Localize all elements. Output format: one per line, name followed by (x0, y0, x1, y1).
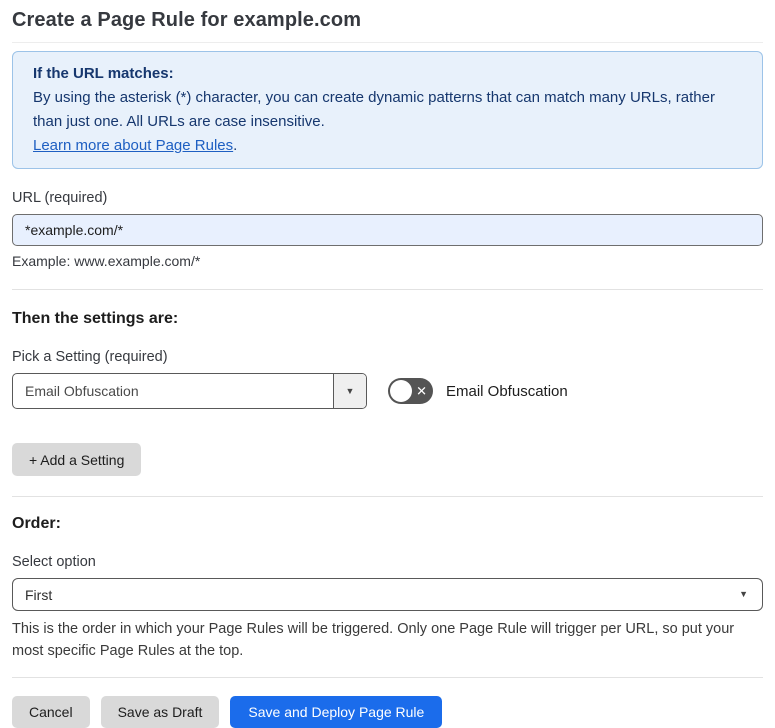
url-match-info-box: If the URL matches: By using the asteris… (12, 51, 763, 169)
section-divider (12, 289, 763, 290)
chevron-down-icon: ▼ (345, 385, 355, 396)
section-divider (12, 496, 763, 497)
title-divider (12, 42, 763, 43)
setting-select-value: Email Obfuscation (25, 383, 139, 399)
footer-actions: Cancel Save as Draft Save and Deploy Pag… (12, 696, 763, 728)
x-icon: ✕ (416, 383, 427, 399)
info-box-body: By using the asterisk (*) character, you… (33, 89, 715, 130)
url-label: URL (required) (12, 190, 108, 206)
info-link-row: Learn more about Page Rules. (33, 134, 742, 158)
cancel-button[interactable]: Cancel (12, 696, 90, 728)
setting-select-arrow-button[interactable]: ▼ (333, 374, 366, 408)
create-page-rule-form: Create a Page Rule for example.com If th… (0, 9, 775, 728)
save-as-draft-button[interactable]: Save as Draft (100, 696, 220, 728)
pick-setting-label: Pick a Setting (required) (12, 349, 168, 365)
order-heading: Order: (12, 515, 61, 532)
settings-heading: Then the settings are: (12, 310, 179, 327)
url-example-helper: Example: www.example.com/* (12, 253, 201, 269)
toggle-knob (390, 380, 412, 402)
link-suffix: . (233, 137, 238, 154)
footer-divider (12, 677, 763, 678)
learn-more-link[interactable]: Learn more about Page Rules (33, 137, 233, 154)
setting-select[interactable]: Email Obfuscation ▼ (12, 373, 367, 409)
setting-row: Email Obfuscation ▼ ✕ Email Obfuscation (12, 373, 763, 409)
chevron-down-icon: ▼ (739, 589, 748, 599)
page-title: Create a Page Rule for example.com (12, 9, 362, 31)
order-select-label: Select option (12, 554, 96, 570)
add-setting-button[interactable]: + Add a Setting (12, 443, 142, 476)
email-obfuscation-toggle[interactable]: ✕ (388, 378, 433, 404)
order-helper-text: This is the order in which your Page Rul… (12, 621, 735, 659)
order-select-value: First (25, 586, 53, 603)
save-and-deploy-button[interactable]: Save and Deploy Page Rule (230, 696, 443, 728)
url-input[interactable] (12, 214, 763, 246)
toggle-label: Email Obfuscation (446, 382, 568, 400)
order-select[interactable]: First ▼ (12, 578, 763, 611)
info-box-heading: If the URL matches: (33, 65, 174, 82)
